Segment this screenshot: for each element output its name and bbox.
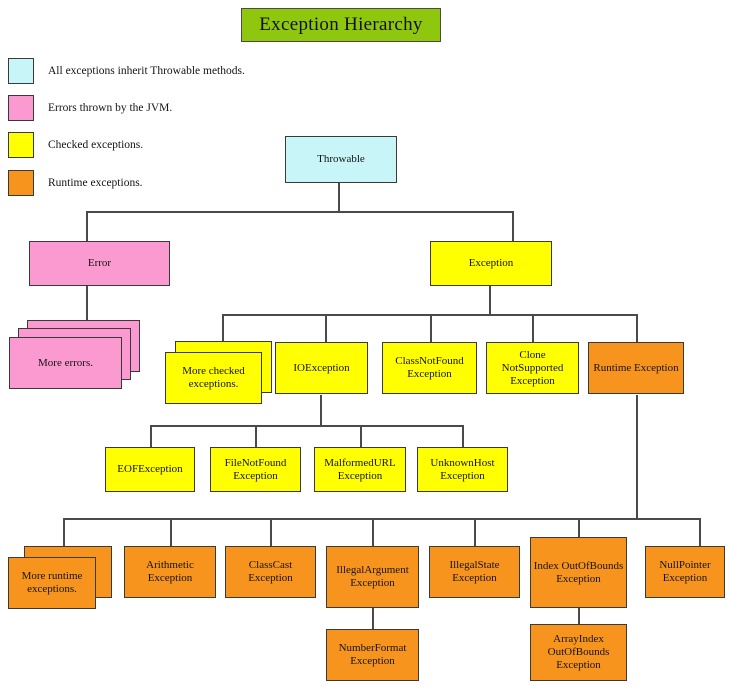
connector-to-ioexception — [325, 314, 327, 342]
connector-to-class-not-found — [430, 314, 432, 342]
connector-to-error — [86, 211, 88, 242]
legend-item-error: Errors thrown by the JVM. — [8, 95, 172, 121]
connector-to-null-pointer — [699, 518, 701, 546]
node-runtime-exception[interactable]: Runtime Exception — [588, 342, 684, 394]
legend-item-runtime: Runtime exceptions. — [8, 170, 143, 196]
connector-to-class-cast — [270, 518, 272, 546]
node-class-not-found-exception[interactable]: ClassNotFound Exception — [382, 342, 477, 394]
node-null-pointer-exception[interactable]: NullPointer Exception — [645, 546, 725, 598]
node-file-not-found-exception[interactable]: FileNotFound Exception — [210, 447, 301, 492]
connector-ioexception-down — [320, 395, 322, 426]
node-error[interactable]: Error — [29, 241, 170, 286]
legend-item-checked: Checked exceptions. — [8, 132, 143, 158]
node-more-checked-exceptions[interactable]: More checked exceptions. — [165, 352, 262, 404]
diagram-title: Exception Hierarchy — [241, 8, 441, 42]
connector-ioexception-bus — [150, 425, 463, 427]
connector-to-file-not-found — [255, 425, 257, 447]
node-more-runtime-exceptions[interactable]: More runtime exceptions. — [8, 557, 96, 609]
connector-exception-down — [489, 285, 491, 315]
node-more-errors[interactable]: More errors. — [9, 337, 122, 389]
legend-swatch-pink — [8, 95, 34, 121]
legend-label-checked: Checked exceptions. — [48, 139, 144, 151]
connector-to-exception — [512, 211, 514, 242]
node-index-out-of-bounds-exception[interactable]: Index OutOfBounds Exception — [530, 537, 627, 608]
node-class-cast-exception[interactable]: ClassCast Exception — [225, 546, 316, 598]
connector-to-arithmetic — [170, 518, 172, 546]
node-unknown-host-exception[interactable]: UnknownHost Exception — [417, 447, 508, 492]
connector-to-malformed-url — [360, 425, 362, 447]
connector-to-unknown-host — [462, 425, 464, 447]
connector-runtime-down — [636, 395, 638, 520]
connector-runtime-bus — [63, 518, 700, 520]
node-number-format-exception[interactable]: NumberFormat Exception — [326, 629, 419, 681]
connector-to-more-runtime — [63, 518, 65, 546]
legend-label-error: Errors thrown by the JVM. — [48, 102, 173, 114]
node-clone-not-supported-exception[interactable]: Clone NotSupported Exception — [486, 342, 579, 394]
exception-hierarchy-diagram: Exception Hierarchy All exceptions inher… — [0, 0, 730, 688]
connector-to-eof — [150, 425, 152, 447]
legend-swatch-cyan — [8, 58, 34, 84]
node-array-index-out-of-bounds-exception[interactable]: ArrayIndex OutOfBounds Exception — [530, 624, 627, 681]
connector-to-clone-not-supported — [532, 314, 534, 342]
connector-to-more-checked — [222, 314, 224, 342]
connector-to-illegal-argument — [372, 518, 374, 546]
legend-swatch-yellow — [8, 132, 34, 158]
node-illegal-state-exception[interactable]: IllegalState Exception — [429, 546, 520, 598]
connector-to-illegal-state — [474, 518, 476, 546]
node-throwable[interactable]: Throwable — [285, 136, 397, 183]
connector-illegal-argument-to-number-format — [372, 608, 374, 629]
connector-throwable-bus — [86, 211, 514, 213]
connector-error-to-more-errors — [86, 285, 88, 321]
node-exception[interactable]: Exception — [430, 241, 552, 286]
node-malformed-url-exception[interactable]: MalformedURL Exception — [314, 447, 406, 492]
node-illegal-argument-exception[interactable]: IllegalArgument Exception — [326, 546, 419, 608]
legend-item-throwable: All exceptions inherit Throwable methods… — [8, 58, 245, 84]
legend-swatch-orange — [8, 170, 34, 196]
connector-to-runtime-exception — [636, 314, 638, 342]
node-ioexception[interactable]: IOException — [275, 342, 368, 394]
node-arithmetic-exception[interactable]: Arithmetic Exception — [124, 546, 216, 598]
node-eof-exception[interactable]: EOFException — [105, 447, 195, 492]
connector-index-to-array-index — [578, 608, 580, 624]
connector-throwable-down — [338, 182, 340, 212]
legend-label-throwable: All exceptions inherit Throwable methods… — [48, 65, 245, 77]
legend-label-runtime: Runtime exceptions. — [48, 177, 143, 189]
